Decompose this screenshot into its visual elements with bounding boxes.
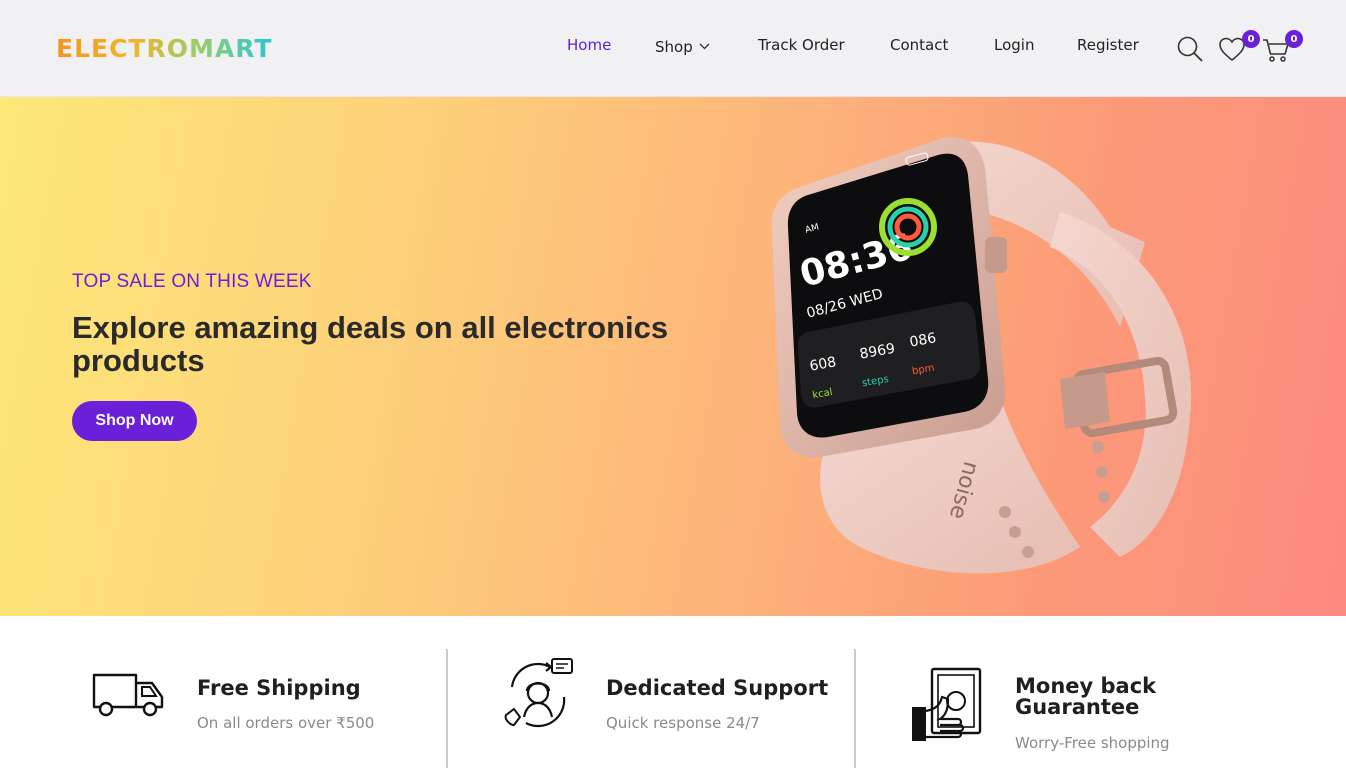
shop-now-button[interactable]: Shop Now [72,401,197,441]
nav-track-order[interactable]: Track Order [758,36,845,54]
cart-button[interactable]: 0 [1262,30,1306,64]
nav-contact[interactable]: Contact [890,36,948,54]
nav-register[interactable]: Register [1077,36,1139,54]
nav-shop[interactable]: Shop [655,36,710,56]
brand-name: ELECTROMART [56,33,273,63]
search-button[interactable] [1176,35,1204,67]
money-hand-icon [910,665,986,747]
hero-kicker: TOP SALE ON THIS WEEK [72,271,312,292]
hero-title: Explore amazing deals on all electronics… [72,310,669,378]
support-agent-icon [500,657,578,739]
smartwatch-image: noise AM 08:36 08/26 WED 608 kcal 8969 s… [771,137,1192,574]
nav-home[interactable]: Home [567,36,611,54]
nav-login[interactable]: Login [994,36,1034,54]
feature-subtitle: On all orders over ₹500 [197,714,375,732]
feature-title-line2: Guarantee [1015,695,1140,719]
wishlist-count-badge: 0 [1242,30,1260,48]
feature-money-back: Money back Guarantee Worry-Free shopping [856,617,1346,768]
wishlist-button[interactable]: 0 [1218,30,1260,64]
feature-title: Dedicated Support [606,676,829,700]
feature-subtitle: Quick response 24/7 [606,714,760,732]
hero-banner: TOP SALE ON THIS WEEK Explore amazing de… [0,97,1346,616]
features-strip: Free Shipping On all orders over ₹500 De… [0,617,1346,768]
feature-dedicated-support: Dedicated Support Quick response 24/7 [448,617,854,768]
search-icon [1176,36,1204,67]
brand-logo[interactable]: ELECTROMART [56,30,272,66]
site-header: ELECTROMART Home Shop Track Order Contac… [0,0,1346,97]
feature-title-line1: Money back [1015,674,1157,698]
feature-subtitle: Worry-Free shopping [1015,734,1170,752]
nav-shop-label: Shop [655,38,693,56]
chevron-down-icon [699,36,710,54]
feature-free-shipping: Free Shipping On all orders over ₹500 [0,617,446,768]
feature-title: Free Shipping [197,676,361,700]
cart-count-badge: 0 [1285,30,1303,48]
truck-icon [92,669,166,723]
